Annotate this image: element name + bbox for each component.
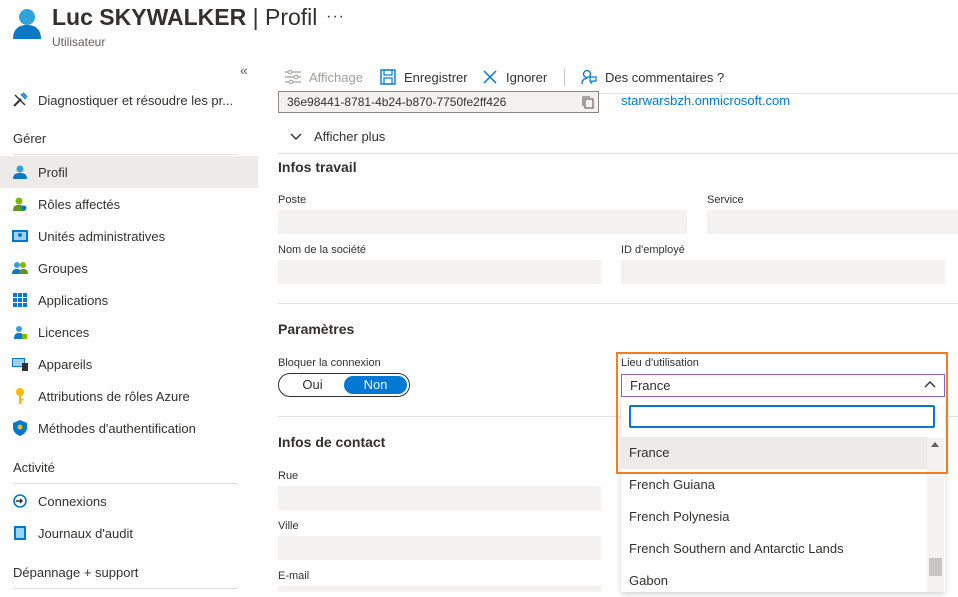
- sidebar-item-label: Applications: [38, 292, 109, 308]
- key-icon: [12, 388, 28, 404]
- job-info-title: Infos travail: [278, 159, 357, 175]
- user-name: Luc SKYWALKER: [52, 4, 247, 30]
- feedback-button-label: Des commentaires ?: [605, 69, 725, 85]
- device-icon: [12, 356, 28, 372]
- sidebar-item-label: Connexions: [38, 493, 107, 509]
- sidebar-section-manage: Gérer: [13, 131, 47, 146]
- block-signin-label: Bloquer la connexion: [278, 357, 381, 369]
- sidebar-item-applications[interactable]: Applications: [0, 284, 258, 316]
- email-label: E-mail: [278, 570, 310, 582]
- shield-icon: [12, 420, 28, 436]
- settings-title: Paramètres: [278, 321, 355, 337]
- company-input[interactable]: [278, 260, 601, 284]
- close-icon: [483, 70, 497, 84]
- dropdown-option[interactable]: French Southern and Antarctic Lands: [621, 533, 927, 565]
- title-separator: |: [246, 4, 265, 30]
- view-settings-icon: [285, 70, 301, 84]
- section-divider: [278, 153, 958, 154]
- show-more-label: Afficher plus: [314, 129, 386, 144]
- sidebar-item-diagnose[interactable]: Diagnostiquer et résoudre les pr...: [0, 84, 258, 116]
- sidebar-item-devices[interactable]: Appareils: [0, 348, 258, 380]
- wrench-icon: [12, 92, 28, 108]
- sidebar-section-activity: Activité: [13, 460, 55, 475]
- toggle-option-no[interactable]: Non: [344, 376, 407, 394]
- sidebar-item-admin-units[interactable]: Unités administratives: [0, 220, 258, 252]
- job-title-input[interactable]: [278, 210, 687, 234]
- sidebar-item-audit-logs[interactable]: Journaux d'audit: [0, 517, 258, 549]
- department-input[interactable]: [707, 210, 958, 234]
- sidebar-item-signins[interactable]: Connexions: [0, 485, 258, 517]
- company-label: Nom de la société: [278, 244, 367, 256]
- sidebar-item-label: Unités administratives: [38, 228, 166, 244]
- email-input[interactable]: [278, 586, 601, 592]
- sidebar-item-label: Attributions de rôles Azure: [38, 388, 190, 404]
- city-label: Ville: [278, 520, 299, 532]
- sidebar-item-label: Diagnostiquer et résoudre les pr...: [38, 92, 234, 108]
- sidebar-item-azure-roles[interactable]: Attributions de rôles Azure: [0, 380, 258, 412]
- discard-button-label: Ignorer: [506, 69, 548, 85]
- dropdown-scrollbar-thumb[interactable]: [929, 558, 942, 576]
- view-button[interactable]: Affichage: [285, 66, 363, 88]
- save-button[interactable]: Enregistrer: [380, 66, 468, 88]
- employee-id-label: ID d'employé: [621, 244, 685, 256]
- block-signin-toggle[interactable]: Oui Non: [278, 373, 410, 397]
- discard-button[interactable]: Ignorer: [482, 66, 547, 88]
- street-input[interactable]: [278, 486, 601, 510]
- groups-icon: [12, 260, 28, 276]
- street-label: Rue: [278, 470, 299, 482]
- dropdown-option[interactable]: Gabon: [621, 565, 927, 597]
- apps-grid-icon: [12, 292, 28, 308]
- user-icon: [12, 164, 28, 180]
- sidebar-item-label: Méthodes d'authentification: [38, 420, 196, 436]
- admin-units-icon: [12, 228, 28, 244]
- page-subtitle: Utilisateur: [52, 35, 106, 49]
- object-id-field[interactable]: 36e98441-8781-4b24-b870-7750fe2ff426: [278, 91, 599, 113]
- contact-info-title: Infos de contact: [278, 434, 386, 450]
- user-avatar-icon: [13, 9, 41, 39]
- sidebar-item-roles[interactable]: Rôles affectés: [0, 188, 258, 220]
- signin-icon: [12, 493, 28, 509]
- save-icon: [380, 69, 396, 85]
- sidebar-item-auth-methods[interactable]: Méthodes d'authentification: [0, 412, 258, 444]
- toolbar-divider: [564, 68, 565, 86]
- sidebar-item-label: Profil: [38, 164, 68, 180]
- audit-log-icon: [12, 525, 28, 541]
- page-section: Profil: [265, 4, 318, 30]
- job-title-label: Poste: [278, 194, 307, 206]
- domain-link[interactable]: starwarsbzh.onmicrosoft.com: [621, 93, 790, 108]
- collapse-sidebar-button[interactable]: «: [240, 62, 248, 78]
- feedback-button[interactable]: Des commentaires ?: [581, 66, 724, 88]
- feedback-icon: [581, 69, 597, 85]
- copy-icon[interactable]: [582, 96, 594, 109]
- sidebar-item-profile[interactable]: Profil: [0, 156, 258, 188]
- sidebar-divider: [13, 588, 238, 589]
- sidebar-item-licenses[interactable]: Licences: [0, 316, 258, 348]
- sidebar-divider: [13, 483, 238, 484]
- section-divider: [278, 303, 958, 304]
- sidebar-item-label: Groupes: [38, 260, 88, 276]
- employee-id-input[interactable]: [621, 260, 945, 284]
- department-label: Service: [707, 194, 744, 206]
- sidebar-item-label: Appareils: [38, 356, 93, 372]
- sidebar-item-groups[interactable]: Groupes: [0, 252, 258, 284]
- sidebar-section-troubleshooting: Dépannage + support: [13, 565, 139, 580]
- view-button-label: Affichage: [309, 69, 363, 85]
- toggle-option-yes[interactable]: Oui: [281, 376, 344, 394]
- show-more-button[interactable]: Afficher plus: [290, 129, 385, 144]
- page-title: Luc SKYWALKER | Profil: [52, 4, 317, 31]
- sidebar-item-label: Licences: [38, 324, 90, 340]
- sidebar-item-label: Rôles affectés: [38, 196, 121, 212]
- dropdown-option[interactable]: French Polynesia: [621, 501, 927, 533]
- save-button-label: Enregistrer: [404, 69, 468, 85]
- highlight-annotation-box: [616, 352, 948, 474]
- sidebar-divider: [13, 154, 238, 155]
- role-icon: [12, 196, 28, 212]
- license-icon: [12, 324, 28, 340]
- chevron-down-icon: [290, 133, 302, 140]
- more-options-button[interactable]: ···: [326, 8, 345, 26]
- sidebar-item-label: Journaux d'audit: [38, 525, 133, 541]
- city-input[interactable]: [278, 536, 601, 560]
